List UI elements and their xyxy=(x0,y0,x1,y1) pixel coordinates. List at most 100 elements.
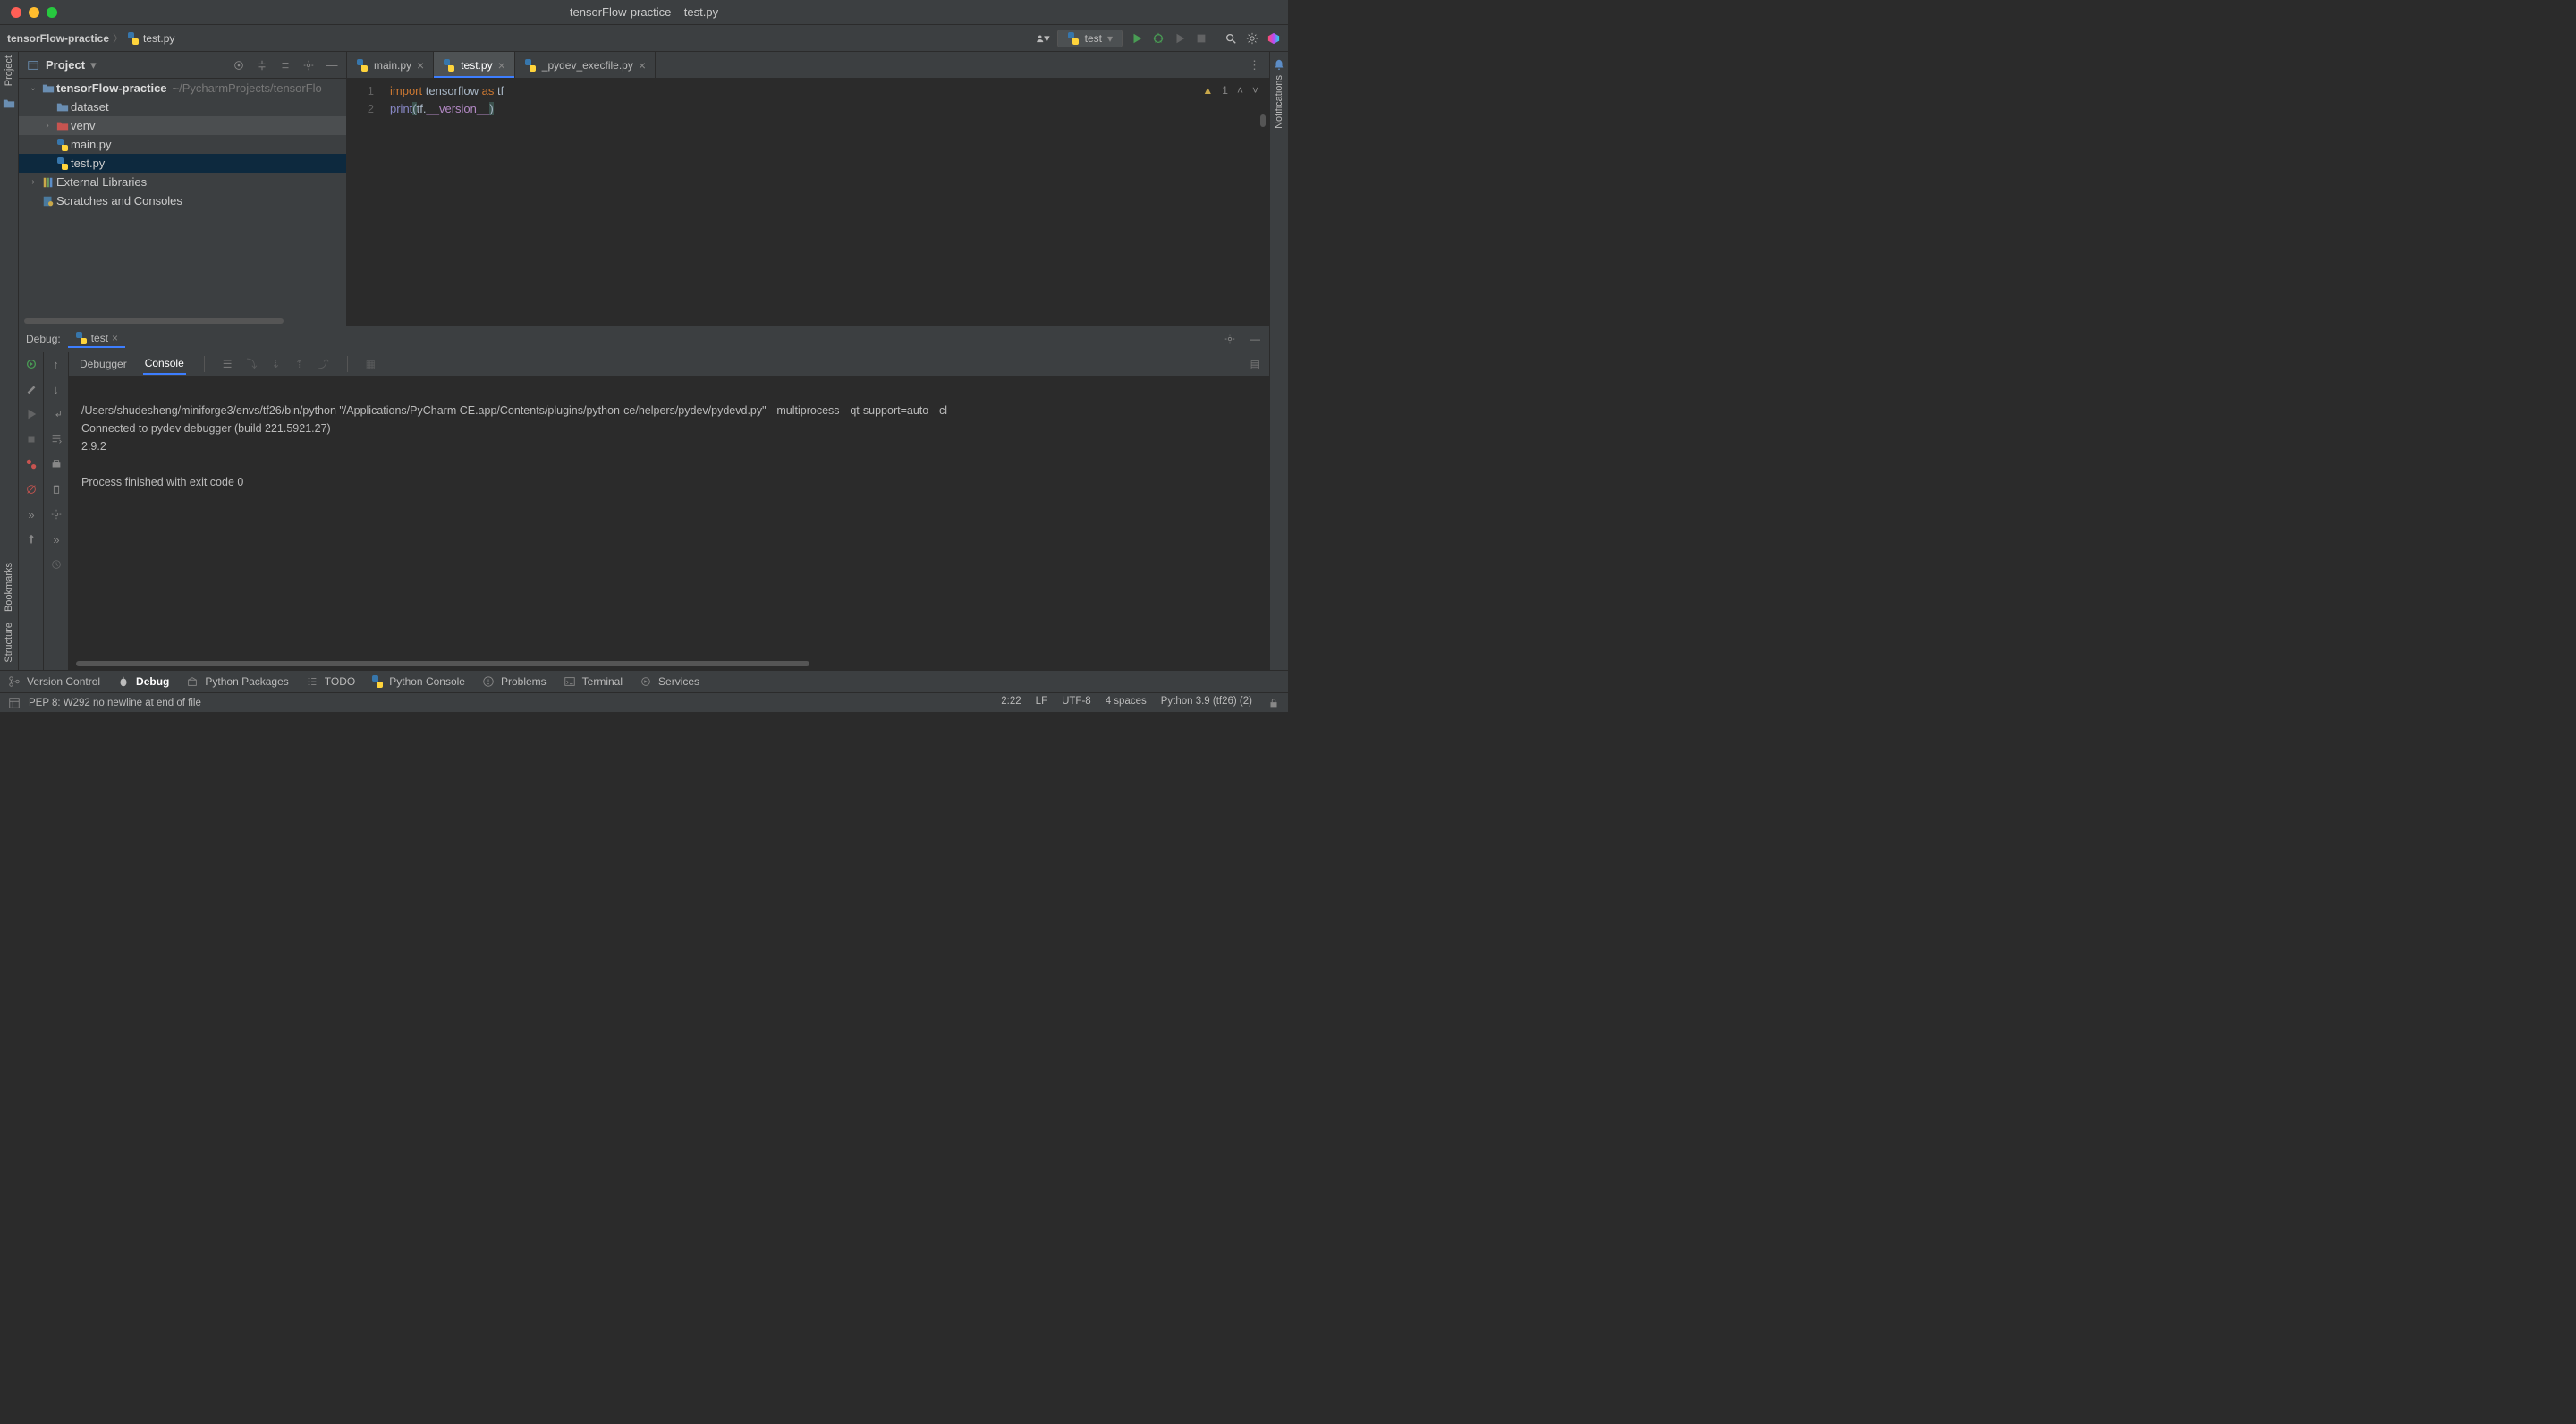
browse-history-icon[interactable] xyxy=(49,557,64,572)
soft-wrap-icon[interactable] xyxy=(49,407,64,421)
step-out-icon[interactable]: ⇡ xyxy=(295,358,304,370)
problems-tool[interactable]: Problems xyxy=(481,674,547,689)
coverage-button[interactable] xyxy=(1173,31,1187,46)
lock-icon[interactable] xyxy=(1267,696,1281,710)
line-separator[interactable]: LF xyxy=(1036,696,1047,710)
close-tab-icon[interactable]: × xyxy=(639,58,646,72)
debug-run-tab[interactable]: test × xyxy=(68,330,125,348)
step-over-icon[interactable]: ☰ xyxy=(223,358,233,370)
hide-debug-panel-icon[interactable]: — xyxy=(1248,332,1262,346)
bookmarks-tool-button[interactable]: Bookmarks xyxy=(4,563,14,612)
debug-console-settings-icon[interactable] xyxy=(49,507,64,521)
version-control-tool[interactable]: Version Control xyxy=(7,674,100,689)
tree-root[interactable]: ⌄ tensorFlow-practice ~/PycharmProjects/… xyxy=(19,79,346,97)
python-packages-tool[interactable]: Python Packages xyxy=(185,674,288,689)
expand-arrow-icon[interactable]: › xyxy=(40,121,55,131)
rerun-icon[interactable] xyxy=(24,357,38,371)
evaluate-icon[interactable]: ▦ xyxy=(366,358,376,370)
debug-button[interactable] xyxy=(1151,31,1165,46)
terminal-tool[interactable]: Terminal xyxy=(563,674,623,689)
debug-tool[interactable]: Debug xyxy=(116,674,169,689)
run-button[interactable] xyxy=(1130,31,1144,46)
horizontal-scrollbar[interactable] xyxy=(24,318,284,324)
expand-arrow-icon[interactable]: › xyxy=(26,177,40,187)
todo-tool[interactable]: TODO xyxy=(305,674,355,689)
search-everywhere-button[interactable] xyxy=(1224,31,1238,46)
code-area[interactable]: 12 import tensorflow as tf print(tf.__ve… xyxy=(347,79,1269,326)
breadcrumb-file[interactable]: test.py xyxy=(143,32,174,45)
project-tool-button[interactable]: Project xyxy=(4,55,14,86)
pin-icon[interactable] xyxy=(24,532,38,547)
next-highlight-icon[interactable]: ˅ xyxy=(1252,84,1258,97)
collapse-all-icon[interactable] xyxy=(278,58,292,72)
notifications-tool-button[interactable]: Notifications xyxy=(1274,75,1284,129)
mute-breakpoints-icon[interactable] xyxy=(24,482,38,496)
tree-scratches[interactable]: Scratches and Consoles xyxy=(19,191,346,210)
debugger-tab[interactable]: Debugger xyxy=(78,354,129,374)
down-stack-icon[interactable]: ↓ xyxy=(49,382,64,396)
maximize-window-button[interactable] xyxy=(47,7,57,18)
modify-run-icon[interactable] xyxy=(24,382,38,396)
close-session-icon[interactable]: × xyxy=(112,332,118,344)
project-tree[interactable]: ⌄ tensorFlow-practice ~/PycharmProjects/… xyxy=(19,79,346,317)
settings-button[interactable] xyxy=(1245,31,1259,46)
layout-settings-icon[interactable]: ▤ xyxy=(1250,358,1260,370)
step-into-my-icon[interactable]: ⇣ xyxy=(272,358,281,370)
console-output[interactable]: /Users/shudesheng/miniforge3/envs/tf26/b… xyxy=(69,377,1269,670)
select-opened-file-icon[interactable] xyxy=(232,58,246,72)
prev-highlight-icon[interactable]: ˄ xyxy=(1237,84,1243,97)
tree-file-test[interactable]: test.py xyxy=(19,154,346,173)
tree-external-libraries[interactable]: › External Libraries xyxy=(19,173,346,191)
step-into-icon[interactable]: ⤵ xyxy=(247,356,258,371)
close-tab-icon[interactable]: × xyxy=(498,58,505,72)
breadcrumb-project[interactable]: tensorFlow-practice xyxy=(7,32,109,45)
scroll-to-end-icon[interactable] xyxy=(49,432,64,446)
stop-debug-icon[interactable] xyxy=(24,432,38,446)
close-tab-icon[interactable]: × xyxy=(417,58,424,72)
view-breakpoints-icon[interactable] xyxy=(24,457,38,471)
cursor-position[interactable]: 2:22 xyxy=(1001,696,1021,710)
warning-icon[interactable]: ▲ xyxy=(1202,84,1213,97)
structure-tool-button[interactable]: Structure xyxy=(4,623,14,663)
expand-arrow-icon[interactable]: ⌄ xyxy=(26,83,40,93)
tab-pydev[interactable]: _pydev_execfile.py × xyxy=(515,52,656,78)
python-interpreter[interactable]: Python 3.9 (tf26) (2) xyxy=(1161,696,1252,710)
project-view-dropdown[interactable]: ▾ xyxy=(90,58,97,72)
run-to-cursor-icon[interactable]: ⤴ xyxy=(318,356,329,371)
show-python-prompt-icon[interactable]: » xyxy=(49,532,64,547)
tree-folder-venv[interactable]: › venv xyxy=(19,116,346,135)
panel-settings-icon[interactable] xyxy=(301,58,316,72)
notifications-bell-icon[interactable] xyxy=(1272,57,1286,72)
editor-scrollbar-marker[interactable] xyxy=(1260,114,1266,127)
close-window-button[interactable] xyxy=(11,7,21,18)
tree-folder-dataset[interactable]: dataset xyxy=(19,97,346,116)
more-actions-icon[interactable]: » xyxy=(24,507,38,521)
print-icon[interactable] xyxy=(49,457,64,471)
expand-all-icon[interactable] xyxy=(255,58,269,72)
stop-button[interactable] xyxy=(1194,31,1208,46)
minimize-window-button[interactable] xyxy=(29,7,39,18)
resume-icon[interactable] xyxy=(24,407,38,421)
tab-main[interactable]: main.py × xyxy=(347,52,434,78)
user-icon[interactable]: ▾ xyxy=(1036,31,1050,46)
file-encoding[interactable]: UTF-8 xyxy=(1062,696,1091,710)
indent-settings[interactable]: 4 spaces xyxy=(1106,696,1147,710)
clear-console-icon[interactable] xyxy=(49,482,64,496)
code-body[interactable]: import tensorflow as tf print(tf.__versi… xyxy=(383,79,1269,326)
tree-file-main[interactable]: main.py xyxy=(19,135,346,154)
run-configuration-selector[interactable]: test ▾ xyxy=(1057,30,1123,47)
debug-settings-icon[interactable] xyxy=(1223,332,1237,346)
jetbrains-toolbox-icon[interactable] xyxy=(1267,31,1281,46)
console-horizontal-scrollbar[interactable] xyxy=(76,661,809,666)
hide-panel-icon[interactable]: — xyxy=(325,58,339,72)
console-tab[interactable]: Console xyxy=(143,353,186,375)
python-console-tool[interactable]: Python Console xyxy=(371,675,465,688)
tab-test[interactable]: test.py × xyxy=(434,52,515,78)
up-stack-icon[interactable]: ↑ xyxy=(49,357,64,371)
tool-windows-icon[interactable] xyxy=(7,696,21,710)
project-panel-title[interactable]: Project xyxy=(46,58,85,72)
inspection-badges[interactable]: ▲ 1 ˄ ˅ xyxy=(1202,84,1258,97)
services-tool[interactable]: Services xyxy=(639,674,699,689)
tabs-more-icon[interactable]: ⋮ xyxy=(1240,52,1269,78)
breadcrumb[interactable]: tensorFlow-practice 〉 test.py xyxy=(7,30,174,46)
